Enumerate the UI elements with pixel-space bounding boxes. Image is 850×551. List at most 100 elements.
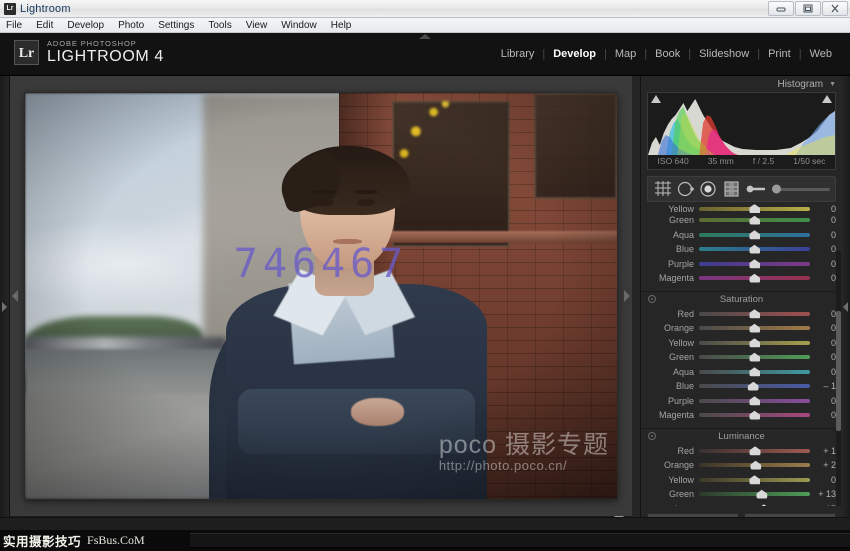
- menu-item-edit[interactable]: Edit: [36, 18, 53, 33]
- identity-plate[interactable]: Lr ADOBE PHOTOSHOP LIGHTROOM 4: [14, 39, 164, 65]
- slider-row[interactable]: Yellow 0: [641, 204, 842, 213]
- luminance-toggle-icon[interactable]: [648, 432, 656, 440]
- slider-row[interactable]: Aqua 0: [641, 228, 842, 243]
- sat-blue-knob[interactable]: [748, 382, 759, 391]
- minimize-button[interactable]: [768, 1, 794, 16]
- header-collapse-arrow[interactable]: [419, 34, 431, 39]
- slider-row[interactable]: Red + 1: [641, 444, 842, 459]
- slider-row[interactable]: Red 0: [641, 307, 842, 322]
- sat-red-track[interactable]: [699, 312, 810, 316]
- slider-row[interactable]: Yellow 0: [641, 336, 842, 351]
- hue-blue-knob[interactable]: [749, 245, 760, 254]
- right-panel-collapsed-strip[interactable]: [842, 76, 850, 538]
- module-library[interactable]: Library: [493, 48, 543, 60]
- histogram-panel-header[interactable]: Histogram ▼: [641, 76, 842, 92]
- sat-magenta-track[interactable]: [699, 413, 810, 417]
- lum-red-knob[interactable]: [750, 446, 761, 455]
- scrollbar-thumb[interactable]: [836, 311, 841, 431]
- right-panel-expand-arrow-icon[interactable]: [843, 302, 848, 312]
- hue-green-track[interactable]: [699, 218, 810, 222]
- saturation-toggle-icon[interactable]: [648, 295, 656, 303]
- sat-purple-track[interactable]: [699, 399, 810, 403]
- menu-item-develop[interactable]: Develop: [67, 18, 104, 33]
- module-map[interactable]: Map: [607, 48, 644, 60]
- slider-row[interactable]: Purple 0: [641, 394, 842, 409]
- module-develop[interactable]: Develop: [545, 48, 604, 60]
- saturation-header[interactable]: Saturation: [641, 292, 842, 307]
- hue-yellow-knob[interactable]: [749, 204, 760, 213]
- slider-row[interactable]: Blue 0: [641, 242, 842, 257]
- lum-orange-track[interactable]: [699, 463, 810, 467]
- brush-size-slider[interactable]: [774, 188, 830, 191]
- left-panel-expand-arrow-icon[interactable]: [2, 302, 7, 312]
- slider-row[interactable]: Magenta 0: [641, 271, 842, 286]
- slider-row[interactable]: Yellow 0: [641, 473, 842, 488]
- sat-green-track[interactable]: [699, 355, 810, 359]
- histogram-widget[interactable]: ISO 640 35 mm f / 2.5 1/50 sec: [647, 92, 836, 170]
- hue-green-knob[interactable]: [749, 216, 760, 225]
- shadow-clipping-indicator[interactable]: [651, 95, 661, 103]
- menu-item-tools[interactable]: Tools: [208, 18, 231, 33]
- hue-aqua-knob[interactable]: [749, 230, 760, 239]
- slider-row[interactable]: Green 0: [641, 350, 842, 365]
- slider-row[interactable]: Aqua 0: [641, 365, 842, 380]
- hue-purple-knob[interactable]: [749, 259, 760, 268]
- slider-row[interactable]: Orange + 2: [641, 458, 842, 473]
- lum-yellow-track[interactable]: [699, 478, 810, 482]
- graduated-filter-icon[interactable]: [722, 180, 742, 198]
- slider-row[interactable]: Green 0: [641, 213, 842, 228]
- sat-orange-track[interactable]: [699, 326, 810, 330]
- left-panel-collapsed-strip[interactable]: [0, 76, 10, 538]
- sat-orange-knob[interactable]: [749, 324, 760, 333]
- sat-yellow-knob[interactable]: [749, 338, 760, 347]
- highlight-clipping-indicator[interactable]: [822, 95, 832, 103]
- next-photo-arrow-icon[interactable]: [624, 290, 630, 302]
- brush-size-knob[interactable]: [772, 185, 781, 194]
- close-button[interactable]: [822, 1, 848, 16]
- hue-yellow-track[interactable]: [699, 207, 810, 211]
- hue-aqua-track[interactable]: [699, 233, 810, 237]
- hue-blue-track[interactable]: [699, 247, 810, 251]
- module-book[interactable]: Book: [647, 48, 688, 60]
- maximize-button[interactable]: [795, 1, 821, 16]
- sat-green-knob[interactable]: [749, 353, 760, 362]
- slider-row[interactable]: Green + 13: [641, 487, 842, 502]
- slider-row[interactable]: Purple 0: [641, 257, 842, 272]
- sat-aqua-knob[interactable]: [749, 367, 760, 376]
- module-print[interactable]: Print: [760, 48, 799, 60]
- histogram-caret-icon[interactable]: ▼: [829, 81, 836, 88]
- previous-photo-arrow-icon[interactable]: [12, 290, 18, 302]
- right-panel-scrollbar[interactable]: [836, 251, 841, 521]
- lum-green-track[interactable]: [699, 492, 810, 496]
- slider-row[interactable]: Orange 0: [641, 321, 842, 336]
- slider-row[interactable]: Magenta 0: [641, 408, 842, 423]
- slider-row[interactable]: Blue – 1: [641, 379, 842, 394]
- sat-blue-track[interactable]: [699, 384, 810, 388]
- sat-aqua-track[interactable]: [699, 370, 810, 374]
- lum-yellow-knob[interactable]: [749, 475, 760, 484]
- crop-overlay-icon[interactable]: [653, 180, 673, 198]
- menu-item-file[interactable]: File: [6, 18, 22, 33]
- module-slideshow[interactable]: Slideshow: [691, 48, 757, 60]
- luminance-header[interactable]: Luminance: [641, 429, 842, 444]
- filmstrip[interactable]: [0, 517, 850, 530]
- menu-item-view[interactable]: View: [246, 18, 268, 33]
- hue-purple-track[interactable]: [699, 262, 810, 266]
- hue-magenta-knob[interactable]: [749, 274, 760, 283]
- adjustment-brush-icon[interactable]: [745, 180, 765, 198]
- sat-magenta-knob[interactable]: [749, 411, 760, 420]
- menu-item-photo[interactable]: Photo: [118, 18, 144, 33]
- lum-red-track[interactable]: [699, 449, 810, 453]
- spot-removal-icon[interactable]: [676, 180, 696, 198]
- photo-preview[interactable]: 746467 poco 摄影专题 http://photo.poco.cn/: [25, 93, 617, 499]
- lum-orange-knob[interactable]: [750, 461, 761, 470]
- module-web[interactable]: Web: [802, 48, 840, 60]
- hue-magenta-track[interactable]: [699, 276, 810, 280]
- image-stage[interactable]: 746467 poco 摄影专题 http://photo.poco.cn/: [10, 76, 632, 516]
- lum-green-knob[interactable]: [756, 490, 767, 499]
- sat-red-knob[interactable]: [749, 309, 760, 318]
- sat-yellow-track[interactable]: [699, 341, 810, 345]
- menu-item-settings[interactable]: Settings: [158, 18, 194, 33]
- red-eye-correction-icon[interactable]: [699, 180, 719, 198]
- menu-item-help[interactable]: Help: [331, 18, 352, 33]
